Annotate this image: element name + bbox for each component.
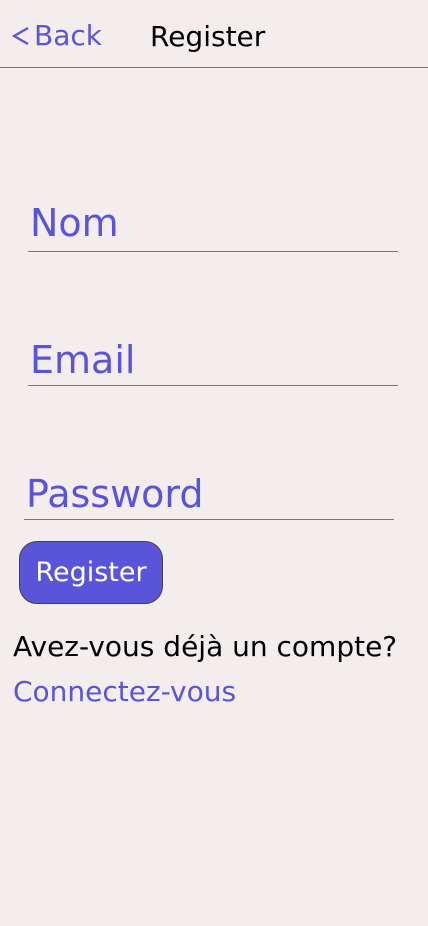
name-field[interactable] xyxy=(28,195,398,251)
page-title: Register xyxy=(150,20,266,53)
account-question: Avez-vous déjà un compte? xyxy=(13,630,398,663)
top-bar: Back Register xyxy=(0,0,428,68)
back-button[interactable]: Back xyxy=(10,18,102,54)
back-label: Back xyxy=(34,19,102,52)
password-field[interactable] xyxy=(24,468,394,519)
email-field-container xyxy=(28,335,398,386)
email-field[interactable] xyxy=(28,335,398,385)
chevron-left-icon xyxy=(10,22,32,50)
register-button[interactable]: Register xyxy=(19,541,163,604)
login-link[interactable]: Connectez-vous xyxy=(13,673,236,711)
password-field-container xyxy=(24,468,394,520)
name-field-container xyxy=(28,195,398,252)
